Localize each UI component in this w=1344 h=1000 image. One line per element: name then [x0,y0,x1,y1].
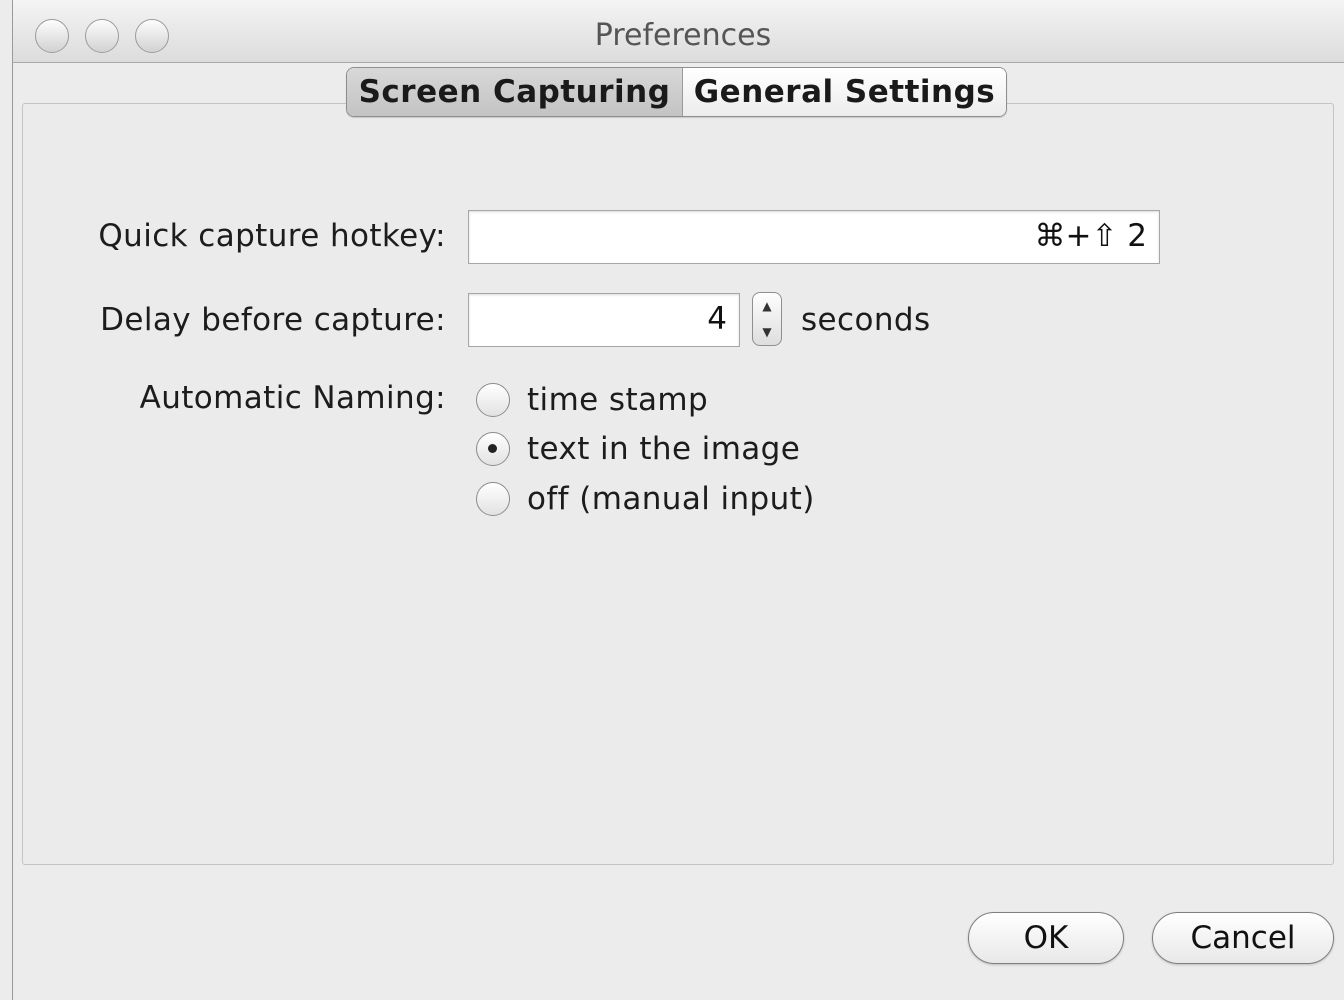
naming-label: Automatic Naming: [139,380,446,416]
radio-label: time stamp [527,382,709,418]
tab-screen-capturing[interactable]: Screen Capturing [347,68,683,116]
radio-button[interactable] [476,383,510,417]
tab-general-settings[interactable]: General Settings [683,68,1006,116]
tab-bar: Screen Capturing General Settings [346,67,1007,117]
window-title: Preferences [594,18,772,53]
radio-label: off (manual input) [527,481,815,517]
title-bar[interactable]: Preferences [13,0,1344,63]
delay-label: Delay before capture: [100,302,446,338]
hotkey-label: Quick capture hotkey: [98,218,446,254]
radio-off-manual[interactable]: off (manual input) [476,479,815,519]
delay-stepper[interactable]: ▲ ▼ [752,292,782,346]
radio-time-stamp[interactable]: time stamp [476,380,708,420]
radio-label: text in the image [527,431,801,467]
radio-text-in-image[interactable]: text in the image [476,429,800,469]
delay-unit-label: seconds [801,302,931,338]
radio-button-selected[interactable] [476,432,510,466]
delay-field[interactable]: 4 [468,293,740,347]
cancel-button[interactable]: Cancel [1152,912,1334,964]
chevron-down-icon[interactable]: ▼ [753,326,781,338]
radio-button[interactable] [476,482,510,516]
ok-button[interactable]: OK [968,912,1124,964]
hotkey-field[interactable]: ⌘+⇧ 2 [468,210,1160,264]
chevron-up-icon[interactable]: ▲ [753,300,781,312]
